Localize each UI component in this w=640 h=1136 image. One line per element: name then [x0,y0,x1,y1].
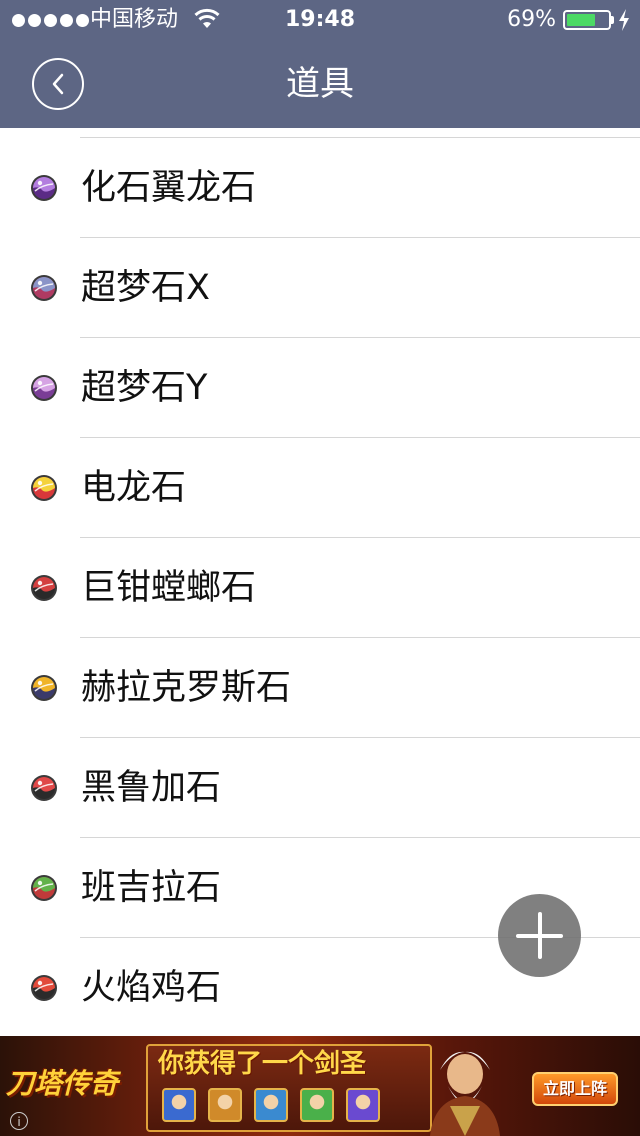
battery-percentage: 69% [507,7,556,32]
header: 中国移动 19:48 69% 道具 [0,0,640,128]
list-item-label: 火焰鸡石 [81,968,222,1008]
ad-hero-portrait [162,1088,196,1122]
ad-logo: 刀塔传奇 [6,1067,119,1100]
list-item[interactable]: 超梦石Y [0,338,640,438]
list-item[interactable]: 赫拉克罗斯石 [0,638,640,738]
add-button[interactable] [498,894,581,977]
ad-cta-button[interactable]: 立即上阵 [532,1072,618,1106]
list-item-label: 赫拉克罗斯石 [81,668,292,708]
mega-stone-icon [31,675,57,701]
ad-info-icon[interactable]: i [10,1112,28,1130]
list-item[interactable]: 超梦石X [0,238,640,338]
ad-hero-portrait [254,1088,288,1122]
list-item-label: 超梦石X [81,268,210,308]
mega-stone-icon [31,575,57,601]
list-item-label: 电龙石 [81,468,187,508]
ad-headline: 你获得了一个剑圣 [158,1049,367,1079]
page-title: 道具 [286,64,354,104]
mega-stone-icon [31,975,57,1001]
status-bar: 中国移动 19:48 69% [0,0,640,40]
ad-banner[interactable]: 刀塔传奇 i 你获得了一个剑圣 立即上阵 [0,1036,640,1136]
ad-hero-portrait [300,1088,334,1122]
list-item-label: 班吉拉石 [81,868,222,908]
battery-icon [563,10,611,30]
mega-stone-icon [31,875,57,901]
list-item[interactable]: 电龙石 [0,438,640,538]
mega-stone-icon [31,275,57,301]
list-item-label: 巨钳螳螂石 [81,568,257,608]
app-screen: 中国移动 19:48 69% 道具 化石翼龙石 超梦石X 超梦石Y 电龙石 巨钳… [0,0,640,1136]
battery-cap [611,16,614,24]
ad-hero-portrait [346,1088,380,1122]
list-item-label: 黑鲁加石 [81,768,222,808]
list-item-label: 化石翼龙石 [81,168,257,208]
list-item[interactable]: 化石翼龙石 [0,138,640,238]
mega-stone-icon [31,775,57,801]
navigation-bar: 道具 [0,40,640,128]
list-item[interactable]: 黑鲁加石 [0,738,640,838]
list-item[interactable]: 巨钳螳螂石 [0,538,640,638]
charging-bolt-icon [619,9,629,31]
ad-hero-portrait [208,1088,242,1122]
mega-stone-icon [31,475,57,501]
mega-stone-icon [31,175,57,201]
battery-level-fill [567,14,595,26]
mega-stone-icon [31,375,57,401]
list-item-label: 超梦石Y [81,368,208,408]
ad-character-illustration [430,1051,500,1136]
